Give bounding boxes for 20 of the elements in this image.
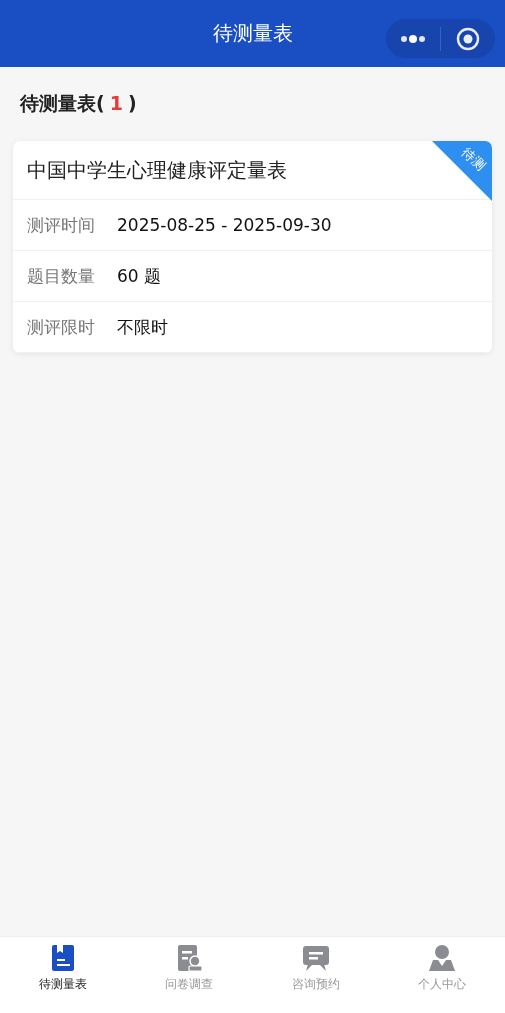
more-icon[interactable] bbox=[400, 33, 426, 44]
field-label: 测评限时 bbox=[27, 315, 96, 339]
field-label: 题目数量 bbox=[27, 264, 96, 288]
scale-card[interactable]: 中国中学生心理健康评定量表 测评时间 2025-08-25 - 2025-09-30 题目数量 60 题 测评限时 不限时 待测 bbox=[13, 141, 492, 353]
tab-item[interactable]: 咨询预约 bbox=[252, 937, 379, 1013]
field-value: 2025-08-25 - 2025-09-30 bbox=[117, 215, 332, 235]
chat-icon bbox=[301, 944, 330, 972]
field-label: 测评时间 bbox=[27, 213, 96, 237]
person-icon bbox=[427, 944, 456, 972]
tab-item[interactable]: 问卷调查 bbox=[126, 937, 253, 1013]
count: 1 bbox=[109, 92, 123, 114]
section-title: ) bbox=[127, 92, 137, 114]
field-value: 60 题 bbox=[117, 264, 162, 288]
tab-item[interactable]: 待测量表 bbox=[0, 937, 127, 1013]
section-title: 待测量表( bbox=[20, 91, 105, 116]
tab-item[interactable]: 个人中心 bbox=[378, 937, 505, 1013]
status-ribbon: 待测 bbox=[432, 141, 492, 201]
field-value: 不限时 bbox=[117, 315, 168, 339]
document-stamp-icon bbox=[175, 944, 204, 972]
page-title: 待测量表 bbox=[212, 20, 293, 47]
